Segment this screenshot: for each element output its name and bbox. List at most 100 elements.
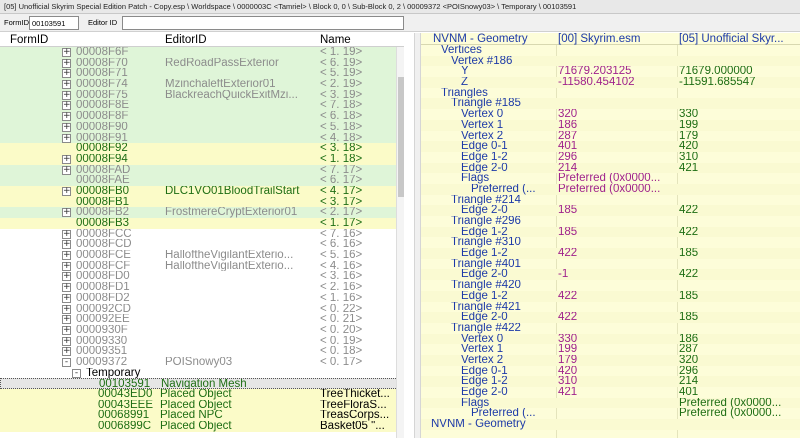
expand-icon[interactable]: +	[62, 208, 71, 218]
record-field-row[interactable]: Vertex 1 199 287	[421, 344, 800, 355]
expand-icon[interactable]: +	[62, 112, 71, 122]
record-field-override-value[interactable]: 330	[679, 109, 799, 120]
record-field-override-value[interactable]: 179	[679, 131, 799, 142]
record-field-override-value[interactable]: 287	[679, 344, 799, 355]
tree-row[interactable]: +000092CD < 0. 22>	[0, 303, 404, 315]
record-field-override-value[interactable]: 421	[679, 163, 799, 174]
expand-icon[interactable]: +	[62, 48, 71, 57]
record-field-row[interactable]: Preferred (... Preferred (0x0000...	[421, 183, 800, 195]
record-field-row[interactable]: NVNM - Geometry	[421, 419, 800, 430]
tree-row[interactable]: +00008FAD < 7. 17>	[0, 164, 404, 176]
record-field-master-value[interactable]: -11580.454102	[558, 77, 678, 88]
expand-icon[interactable]: +	[62, 133, 71, 143]
record-field-master-value[interactable]: 296	[558, 152, 678, 163]
record-field-row[interactable]: Edge 2-0 -1 422	[421, 269, 800, 281]
record-field-master-value[interactable]: 422	[558, 248, 678, 259]
pane-splitter[interactable]	[414, 33, 421, 438]
tree-row[interactable]: +00008FB0 DLC1VO01BloodTrailStart < 4. 17>	[0, 185, 404, 197]
record-field-override-value[interactable]: 310	[679, 152, 799, 163]
expand-icon[interactable]: +	[62, 90, 71, 100]
record-field-master-value[interactable]: 422	[558, 312, 678, 323]
record-field-row[interactable]: Edge 0-1 420 296	[421, 366, 800, 377]
record-field-row[interactable]: Edge 1-2 296 310	[421, 152, 800, 163]
record-field-master-value[interactable]: 179	[558, 355, 678, 366]
record-field-override-value[interactable]: Preferred (0x0000...	[679, 408, 799, 419]
record-field-master-value[interactable]: 71679.203125	[558, 66, 678, 77]
record-field-row[interactable]: Flags Preferred (0x0000...	[421, 173, 800, 184]
tree-row[interactable]: +00009351 < 0. 18>	[0, 346, 404, 357]
expand-icon[interactable]: +	[62, 229, 71, 239]
expand-icon[interactable]: +	[62, 336, 71, 346]
expand-icon[interactable]: +	[62, 122, 71, 132]
expand-icon[interactable]: +	[62, 315, 71, 325]
tree-row-child[interactable]: 00043ED0 Placed Object TreeThicket...	[0, 389, 404, 400]
tree-row-temporary[interactable]: - Temporary	[0, 367, 404, 379]
column-header-editorid[interactable]: EditorID	[165, 33, 207, 47]
record-field-override-value[interactable]: -11591.685547	[679, 77, 799, 88]
expand-icon[interactable]: +	[62, 251, 71, 261]
record-field-row[interactable]: Edge 2-0 185 422	[421, 205, 800, 216]
record-field-override-value[interactable]: 422	[679, 269, 799, 280]
record-field-row[interactable]: Triangle #214	[421, 195, 800, 206]
record-field-row[interactable]: Edge 2-0 421 401	[421, 387, 800, 398]
tree-row[interactable]: +00009330 < 0. 19>	[0, 335, 404, 347]
tree-row[interactable]: +00008FCC < 7. 16>	[0, 228, 404, 240]
record-field-override-value[interactable]: 185	[679, 248, 799, 259]
tree-row[interactable]: +00008FD0 < 3. 16>	[0, 271, 404, 283]
record-field-master-value[interactable]: Preferred (0x0000...	[558, 173, 678, 184]
record-field-row[interactable]: Vertex 0 320 330	[421, 109, 800, 120]
record-field-override-value[interactable]: 71679.000000	[679, 66, 799, 77]
record-field-row[interactable]: Triangle #401	[421, 259, 800, 270]
expand-icon[interactable]: +	[62, 240, 71, 250]
record-field-master-value[interactable]: 287	[558, 131, 678, 142]
record-field-row[interactable]: Edge 2-0 422 185	[421, 312, 800, 323]
column-header-formid[interactable]: FormID	[10, 33, 48, 47]
expand-icon[interactable]: +	[62, 283, 71, 293]
record-field-override-value[interactable]: 186	[679, 334, 799, 345]
expand-icon[interactable]: +	[62, 272, 71, 282]
record-field-master-value[interactable]: 330	[558, 334, 678, 345]
record-field-row[interactable]: Triangle #422	[421, 323, 800, 334]
record-field-override-value[interactable]: 420	[679, 141, 799, 152]
record-field-row[interactable]: Flags Preferred (0x0000...	[421, 397, 800, 409]
tree-row[interactable]: +00008F74 MzinchaleftExterior01 < 2. 19>	[0, 79, 404, 90]
expand-icon[interactable]: +	[62, 293, 71, 303]
tree-row[interactable]: +00008FCD < 6. 16>	[0, 239, 404, 251]
record-field-override-value[interactable]: 199	[679, 120, 799, 131]
record-view-header-master[interactable]: [00] Skyrim.esm	[558, 33, 640, 45]
record-tree-scrollbar[interactable]	[396, 47, 404, 438]
record-field-override-value[interactable]: 185	[679, 291, 799, 302]
record-field-row[interactable]: Triangles	[421, 88, 800, 99]
record-field-row[interactable]: Vertex 0 330 186	[421, 333, 800, 345]
tree-row[interactable]: +00008F71 < 5. 19>	[0, 68, 404, 80]
record-field-master-value[interactable]: 401	[558, 141, 678, 152]
record-field-row[interactable]: Vertex 2 287 179	[421, 131, 800, 142]
expand-icon[interactable]: +	[62, 347, 71, 357]
record-field-row[interactable]: Triangle #296	[421, 216, 800, 227]
record-field-row[interactable]: Edge 1-2 422 185	[421, 290, 800, 302]
tree-row[interactable]: +00008FD1 < 2. 16>	[0, 282, 404, 293]
record-field-override-value[interactable]: 320	[679, 355, 799, 366]
collapse-icon[interactable]: -	[72, 368, 81, 378]
record-field-row[interactable]: Preferred (... Preferred (0x0000...	[421, 408, 800, 419]
expand-icon[interactable]: +	[62, 80, 71, 90]
expand-icon[interactable]: +	[62, 101, 71, 111]
record-field-master-value[interactable]: 186	[558, 120, 678, 131]
tree-row[interactable]: +00008F8E < 7. 18>	[0, 100, 404, 112]
tree-row[interactable]: +0000930F < 0. 20>	[0, 324, 404, 336]
tree-row[interactable]: +00008F6F < 1. 19>	[0, 47, 404, 58]
record-field-row[interactable]: Vertices	[421, 45, 800, 56]
tree-row[interactable]: +000092EE < 0. 21>	[0, 314, 404, 325]
expand-icon[interactable]: +	[62, 304, 71, 314]
expand-icon[interactable]: +	[62, 186, 71, 196]
record-tree-scrollbar-thumb[interactable]	[398, 77, 404, 197]
record-field-row[interactable]: Triangle #310	[421, 237, 800, 248]
tree-row[interactable]: +00008FB2 FrostmereCryptExterior01 < 2. 17…	[0, 207, 404, 218]
record-view-header-override[interactable]: [05] Unofficial Skyr...	[679, 33, 784, 45]
record-field-row[interactable]: Edge 2-0 214 421	[421, 162, 800, 174]
tree-row[interactable]: 00008F92 < 3. 18>	[0, 143, 404, 154]
record-field-row[interactable]: Vertex 2 179 320	[421, 354, 800, 366]
record-field-row[interactable]: Z -11580.454102 -11591.685547	[421, 77, 800, 88]
tree-row[interactable]: +00008F94 < 1. 18>	[0, 153, 404, 165]
column-header-name[interactable]: Name	[320, 33, 351, 47]
